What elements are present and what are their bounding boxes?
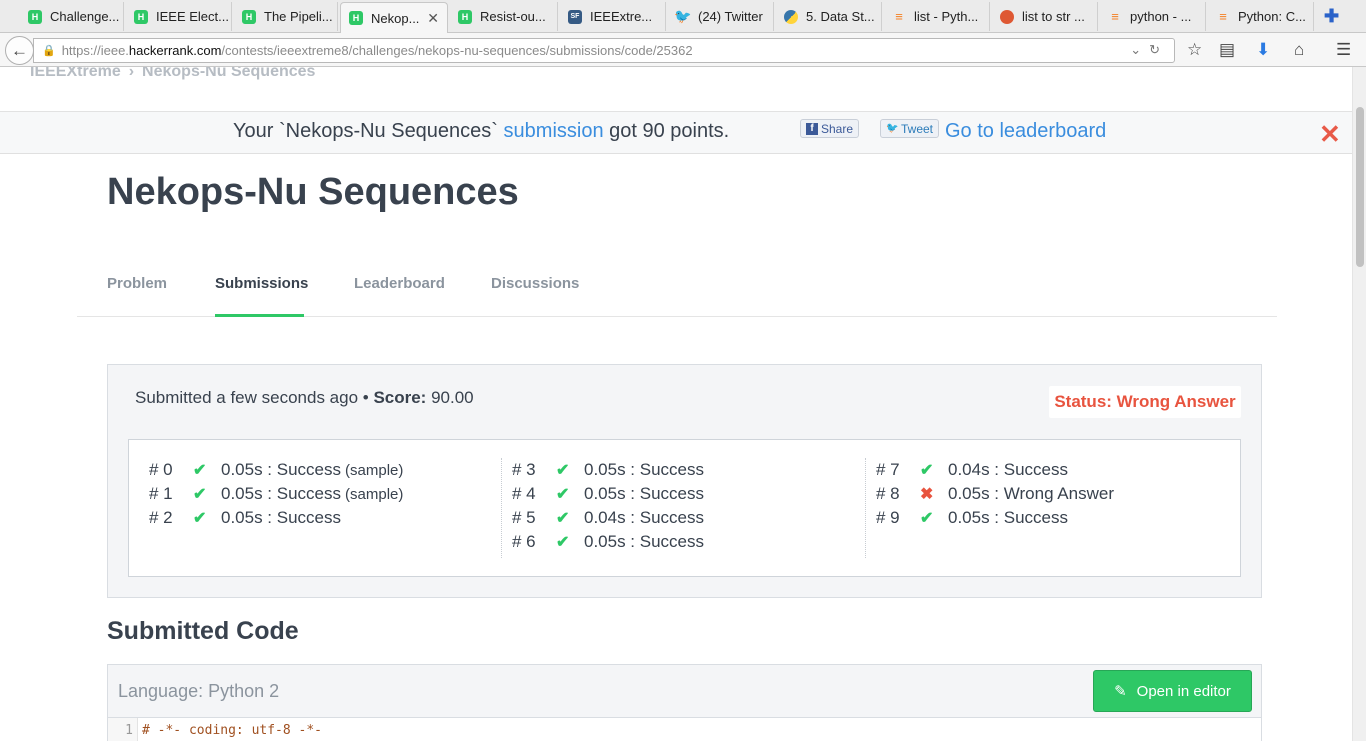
testcase-column: # 0 ✔ 0.05s : Success (sample) # 1 ✔ 0.05s : … <box>149 458 499 558</box>
browser-tab[interactable]: 5. Data St... <box>776 2 882 31</box>
page-title: Nekops-Nu Sequences <box>107 171 519 213</box>
active-tab-underline <box>215 314 304 317</box>
check-icon: ✔ <box>556 534 570 551</box>
status-badge: Status: Wrong Answer <box>1049 386 1241 418</box>
browser-tab[interactable]: ≡ list - Pyth... <box>884 2 990 31</box>
check-icon: ✔ <box>556 486 570 503</box>
breadcrumb-current[interactable]: Nekops-Nu Sequences <box>142 67 315 80</box>
score-value: 90.00 <box>431 388 474 407</box>
hackerrank-icon: H <box>458 9 472 24</box>
browser-tab[interactable]: list to str ... <box>992 2 1098 31</box>
chevron-right-icon: › <box>128 67 135 80</box>
hackerrank-icon: H <box>242 9 256 24</box>
testcase-row: # 3 ✔ 0.05s : Success <box>512 460 705 479</box>
open-in-editor-button[interactable]: ✎ Open in editor <box>1093 670 1252 712</box>
python-icon <box>784 9 798 24</box>
tweet-button[interactable]: 🐦 Tweet <box>880 119 940 138</box>
testcase-column: # 7 ✔ 0.04s : Success # 8 ✖ 0.05s : Wrong An… <box>865 458 1225 558</box>
browser-tab[interactable]: H The Pipeli... <box>234 2 338 31</box>
check-icon: ✔ <box>193 486 207 503</box>
tab-problem[interactable]: Problem <box>107 275 167 292</box>
testcase-row: # 7 ✔ 0.04s : Success <box>876 460 1069 479</box>
breadcrumb-root[interactable]: IEEEXtreme <box>30 67 121 80</box>
url-bar[interactable]: 🔒 https://ieee. hackerrank.com/contests/i… <box>33 38 1175 63</box>
cross-icon: ✖ <box>920 486 934 503</box>
twitter-bird-icon: 🐦 <box>674 8 692 24</box>
browser-tab[interactable]: 🐦 (24) Twitter <box>668 2 774 31</box>
close-tab-icon[interactable]: ✕ <box>427 10 439 27</box>
navigation-bar: 🔒 https://ieee. hackerrank.com/contests/i… <box>0 33 1366 67</box>
tab-leaderboard[interactable]: Leaderboard <box>354 275 445 292</box>
home-icon[interactable]: ⌂ <box>1294 40 1304 60</box>
tab-submissions[interactable]: Submissions <box>215 275 308 292</box>
bookmark-star-icon[interactable]: ☆ <box>1187 40 1202 60</box>
reading-list-icon[interactable]: ▤ <box>1219 40 1235 60</box>
stackoverflow-icon: ≡ <box>1219 9 1227 24</box>
code-viewer[interactable]: 1 # -*- coding: utf-8 -*- <box>108 717 1261 741</box>
code-line: # -*- coding: utf-8 -*- <box>142 723 323 738</box>
stackoverflow-icon: ≡ <box>1111 9 1119 24</box>
score-notice-bar: Your `Nekops-Nu Sequences` submission go… <box>0 112 1352 154</box>
tab-discussions[interactable]: Discussions <box>491 275 579 292</box>
url-dropdown-reload-icons[interactable]: ⌄↻ <box>1130 42 1168 58</box>
stackoverflow-icon: ≡ <box>895 9 903 24</box>
code-panel: Language: Python 2 ✎ Open in editor 1 # -… <box>107 664 1262 741</box>
browser-tab[interactable]: H Resist-ou... <box>450 2 558 31</box>
testcase-row: # 5 ✔ 0.04s : Success <box>512 508 705 527</box>
page-content: IEEEXtreme › Nekops-Nu Sequences Your `Nek… <box>0 67 1352 741</box>
breadcrumb: IEEEXtreme › Nekops-Nu Sequences <box>30 67 315 81</box>
check-icon: ✔ <box>920 462 934 479</box>
submission-link[interactable]: submission <box>504 120 604 142</box>
line-gutter: 1 <box>108 718 138 741</box>
browser-tab[interactable]: SF IEEExtre... <box>560 2 666 31</box>
testcase-results: # 0 ✔ 0.05s : Success (sample) # 1 ✔ 0.05s : … <box>128 439 1241 577</box>
sf-icon: SF <box>568 9 582 24</box>
facebook-icon: f <box>806 122 818 135</box>
check-icon: ✔ <box>193 462 207 479</box>
duckduckgo-icon <box>1000 9 1014 24</box>
check-icon: ✔ <box>920 510 934 527</box>
browser-tab[interactable]: H Challenge... <box>20 2 124 31</box>
browser-tab-active[interactable]: H Nekop... ✕ <box>340 2 448 33</box>
menu-icon[interactable]: ☰ <box>1336 40 1351 60</box>
edit-icon: ✎ <box>1114 683 1127 700</box>
check-icon: ✔ <box>193 510 207 527</box>
back-button[interactable]: ← <box>5 36 34 65</box>
testcase-row: # 8 ✖ 0.05s : Wrong Answer <box>876 484 1114 503</box>
testcase-row: # 6 ✔ 0.05s : Success <box>512 532 705 551</box>
scrollbar-thumb[interactable] <box>1356 107 1364 267</box>
twitter-bird-icon: 🐦 <box>886 122 899 134</box>
testcase-column: # 3 ✔ 0.05s : Success # 4 ✔ 0.05s : Success … <box>501 458 861 558</box>
page-scrollbar[interactable] <box>1352 67 1366 741</box>
lock-icon: 🔒 <box>42 45 56 57</box>
testcase-row: # 2 ✔ 0.05s : Success <box>149 508 342 527</box>
notice-message: Your `Nekops-Nu Sequences` submission go… <box>233 120 730 142</box>
challenge-tabs: Problem Submissions Leaderboard Discussi… <box>77 272 1277 317</box>
download-icon[interactable]: ⬇ <box>1256 40 1270 60</box>
browser-window: H Challenge... H IEEE Elect... H The Pipeli… <box>0 0 1366 741</box>
hackerrank-icon: H <box>349 11 363 25</box>
tab-strip: H Challenge... H IEEE Elect... H The Pipeli… <box>0 0 1366 33</box>
check-icon: ✔ <box>556 462 570 479</box>
testcase-row: # 1 ✔ 0.05s : Success (sample) <box>149 484 404 503</box>
submitted-code-heading: Submitted Code <box>107 617 299 645</box>
hackerrank-icon: H <box>28 9 42 24</box>
submission-info: Submitted a few seconds ago • Score: 90.… <box>135 388 474 407</box>
testcase-row: # 0 ✔ 0.05s : Success (sample) <box>149 460 404 479</box>
close-notice-icon[interactable]: ✕ <box>1319 119 1341 150</box>
hackerrank-icon: H <box>134 9 148 24</box>
submission-summary-panel: Submitted a few seconds ago • Score: 90.… <box>107 364 1262 598</box>
check-icon: ✔ <box>556 510 570 527</box>
new-tab-icon[interactable]: ✚ <box>1324 6 1339 27</box>
facebook-share-button[interactable]: f Share <box>800 119 860 138</box>
go-to-leaderboard-link[interactable]: Go to leaderboard <box>945 120 1106 143</box>
browser-tab[interactable]: H IEEE Elect... <box>126 2 232 31</box>
browser-tab[interactable]: ≡ python - ... <box>1100 2 1206 31</box>
testcase-row: # 9 ✔ 0.05s : Success <box>876 508 1069 527</box>
testcase-row: # 4 ✔ 0.05s : Success <box>512 484 705 503</box>
back-arrow-icon: ← <box>11 40 28 60</box>
language-label: Language: Python 2 <box>118 681 280 701</box>
browser-tab[interactable]: ≡ Python: C... <box>1208 2 1314 31</box>
